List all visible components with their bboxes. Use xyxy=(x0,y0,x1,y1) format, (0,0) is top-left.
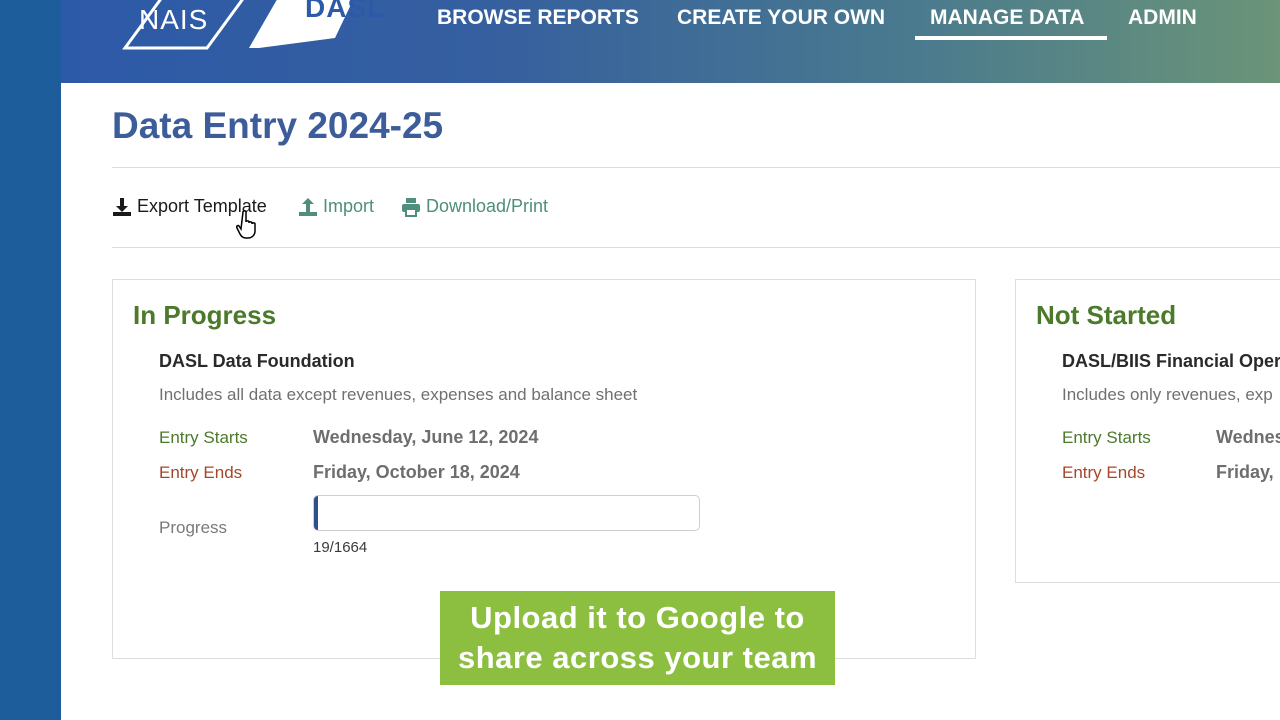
logo-dasl-text: DASL xyxy=(305,0,386,23)
logo-nais-text: NAIS xyxy=(139,4,209,35)
entry-ends-value: Friday, xyxy=(1216,462,1274,482)
in-progress-heading: In Progress xyxy=(133,300,277,330)
progress-bar-fill xyxy=(314,496,319,530)
upload-icon xyxy=(299,197,317,216)
top-header: NAIS DASL BROWSE REPORTS CREATE YOUR OWN… xyxy=(61,0,1280,83)
progress-label: Progress xyxy=(159,518,228,537)
title-divider xyxy=(112,167,1280,168)
page-title: Data Entry 2024-25 xyxy=(112,105,444,146)
entry-starts-label: Entry Starts xyxy=(1062,428,1151,447)
dataset-name: DASL Data Foundation xyxy=(159,351,355,371)
entry-ends-value: Friday, October 18, 2024 xyxy=(313,462,520,482)
import-button[interactable]: Import xyxy=(298,196,374,217)
download-print-button[interactable]: Download/Print xyxy=(401,196,548,217)
not-started-card: Not Started DASL/BIIS Financial Oper Inc… xyxy=(1015,279,1280,583)
dataset-description: Includes all data except revenues, expen… xyxy=(159,385,638,404)
entry-starts-value: Wednes xyxy=(1216,427,1280,447)
nav-manage-data[interactable]: MANAGE DATA xyxy=(930,6,1084,30)
progress-count: 19/1664 xyxy=(313,539,368,556)
progress-bar xyxy=(313,495,700,531)
entry-starts-value: Wednesday, June 12, 2024 xyxy=(313,427,539,447)
download-icon xyxy=(113,197,131,216)
entry-starts-label: Entry Starts xyxy=(159,428,248,447)
nais-dasl-logo[interactable]: NAIS DASL xyxy=(109,0,384,50)
toolbar-divider xyxy=(112,247,1280,248)
video-caption: Upload it to Google to share across your… xyxy=(440,591,835,685)
printer-icon xyxy=(402,197,420,217)
nav-browse-reports[interactable]: BROWSE REPORTS xyxy=(437,6,639,30)
entry-ends-label: Entry Ends xyxy=(1062,463,1146,482)
dataset-name: DASL/BIIS Financial Oper xyxy=(1062,351,1280,371)
dataset-description: Includes only revenues, exp xyxy=(1062,385,1273,404)
caption-line-1: Upload it to Google to xyxy=(470,600,805,635)
nav-create-your-own[interactable]: CREATE YOUR OWN xyxy=(677,6,885,30)
nav-admin[interactable]: ADMIN xyxy=(1128,6,1197,30)
nav-active-indicator xyxy=(915,36,1107,40)
hand-pointer-icon xyxy=(236,210,256,239)
import-label: Import xyxy=(323,196,375,216)
not-started-heading: Not Started xyxy=(1036,300,1177,330)
entry-ends-label: Entry Ends xyxy=(159,463,243,482)
left-rail xyxy=(0,0,61,720)
download-print-label: Download/Print xyxy=(426,196,549,216)
caption-line-2: share across your team xyxy=(457,640,818,675)
